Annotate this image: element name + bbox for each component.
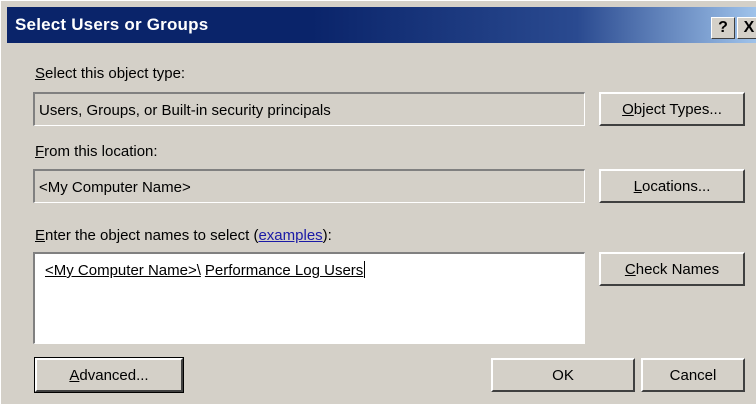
locations-button[interactable]: Locations...: [599, 169, 745, 203]
text-caret: [364, 261, 366, 278]
object-names-label: Enter the object names to select (exampl…: [35, 227, 332, 244]
ok-button[interactable]: OK: [491, 358, 635, 392]
object-names-input[interactable]: <My Computer Name>\ Performance Log Users: [33, 252, 585, 344]
object-type-field: Users, Groups, or Built-in security prin…: [33, 92, 585, 126]
help-icon: ?: [718, 19, 728, 36]
object-type-label: Select this object type:: [35, 65, 186, 82]
names-value-computer: <My Computer Name>\: [45, 262, 201, 279]
cancel-button[interactable]: Cancel: [641, 358, 745, 392]
examples-link[interactable]: examples: [258, 227, 322, 244]
window-title: Select Users or Groups: [15, 15, 209, 34]
location-field: <My Computer Name>: [33, 169, 585, 203]
check-names-button[interactable]: Check Names: [599, 252, 745, 286]
title-bar[interactable]: Select Users or Groups ? X: [7, 7, 756, 43]
select-users-or-groups-dialog: Select Users or Groups ? X Select this o…: [0, 0, 756, 404]
location-label: From this location:: [35, 143, 158, 160]
object-types-button[interactable]: Object Types...: [599, 92, 745, 126]
names-value-group: Performance Log Users: [204, 262, 364, 279]
close-button[interactable]: X: [737, 17, 756, 39]
advanced-button[interactable]: Advanced...: [34, 357, 184, 393]
close-icon: X: [743, 19, 755, 36]
help-button[interactable]: ?: [711, 17, 735, 39]
